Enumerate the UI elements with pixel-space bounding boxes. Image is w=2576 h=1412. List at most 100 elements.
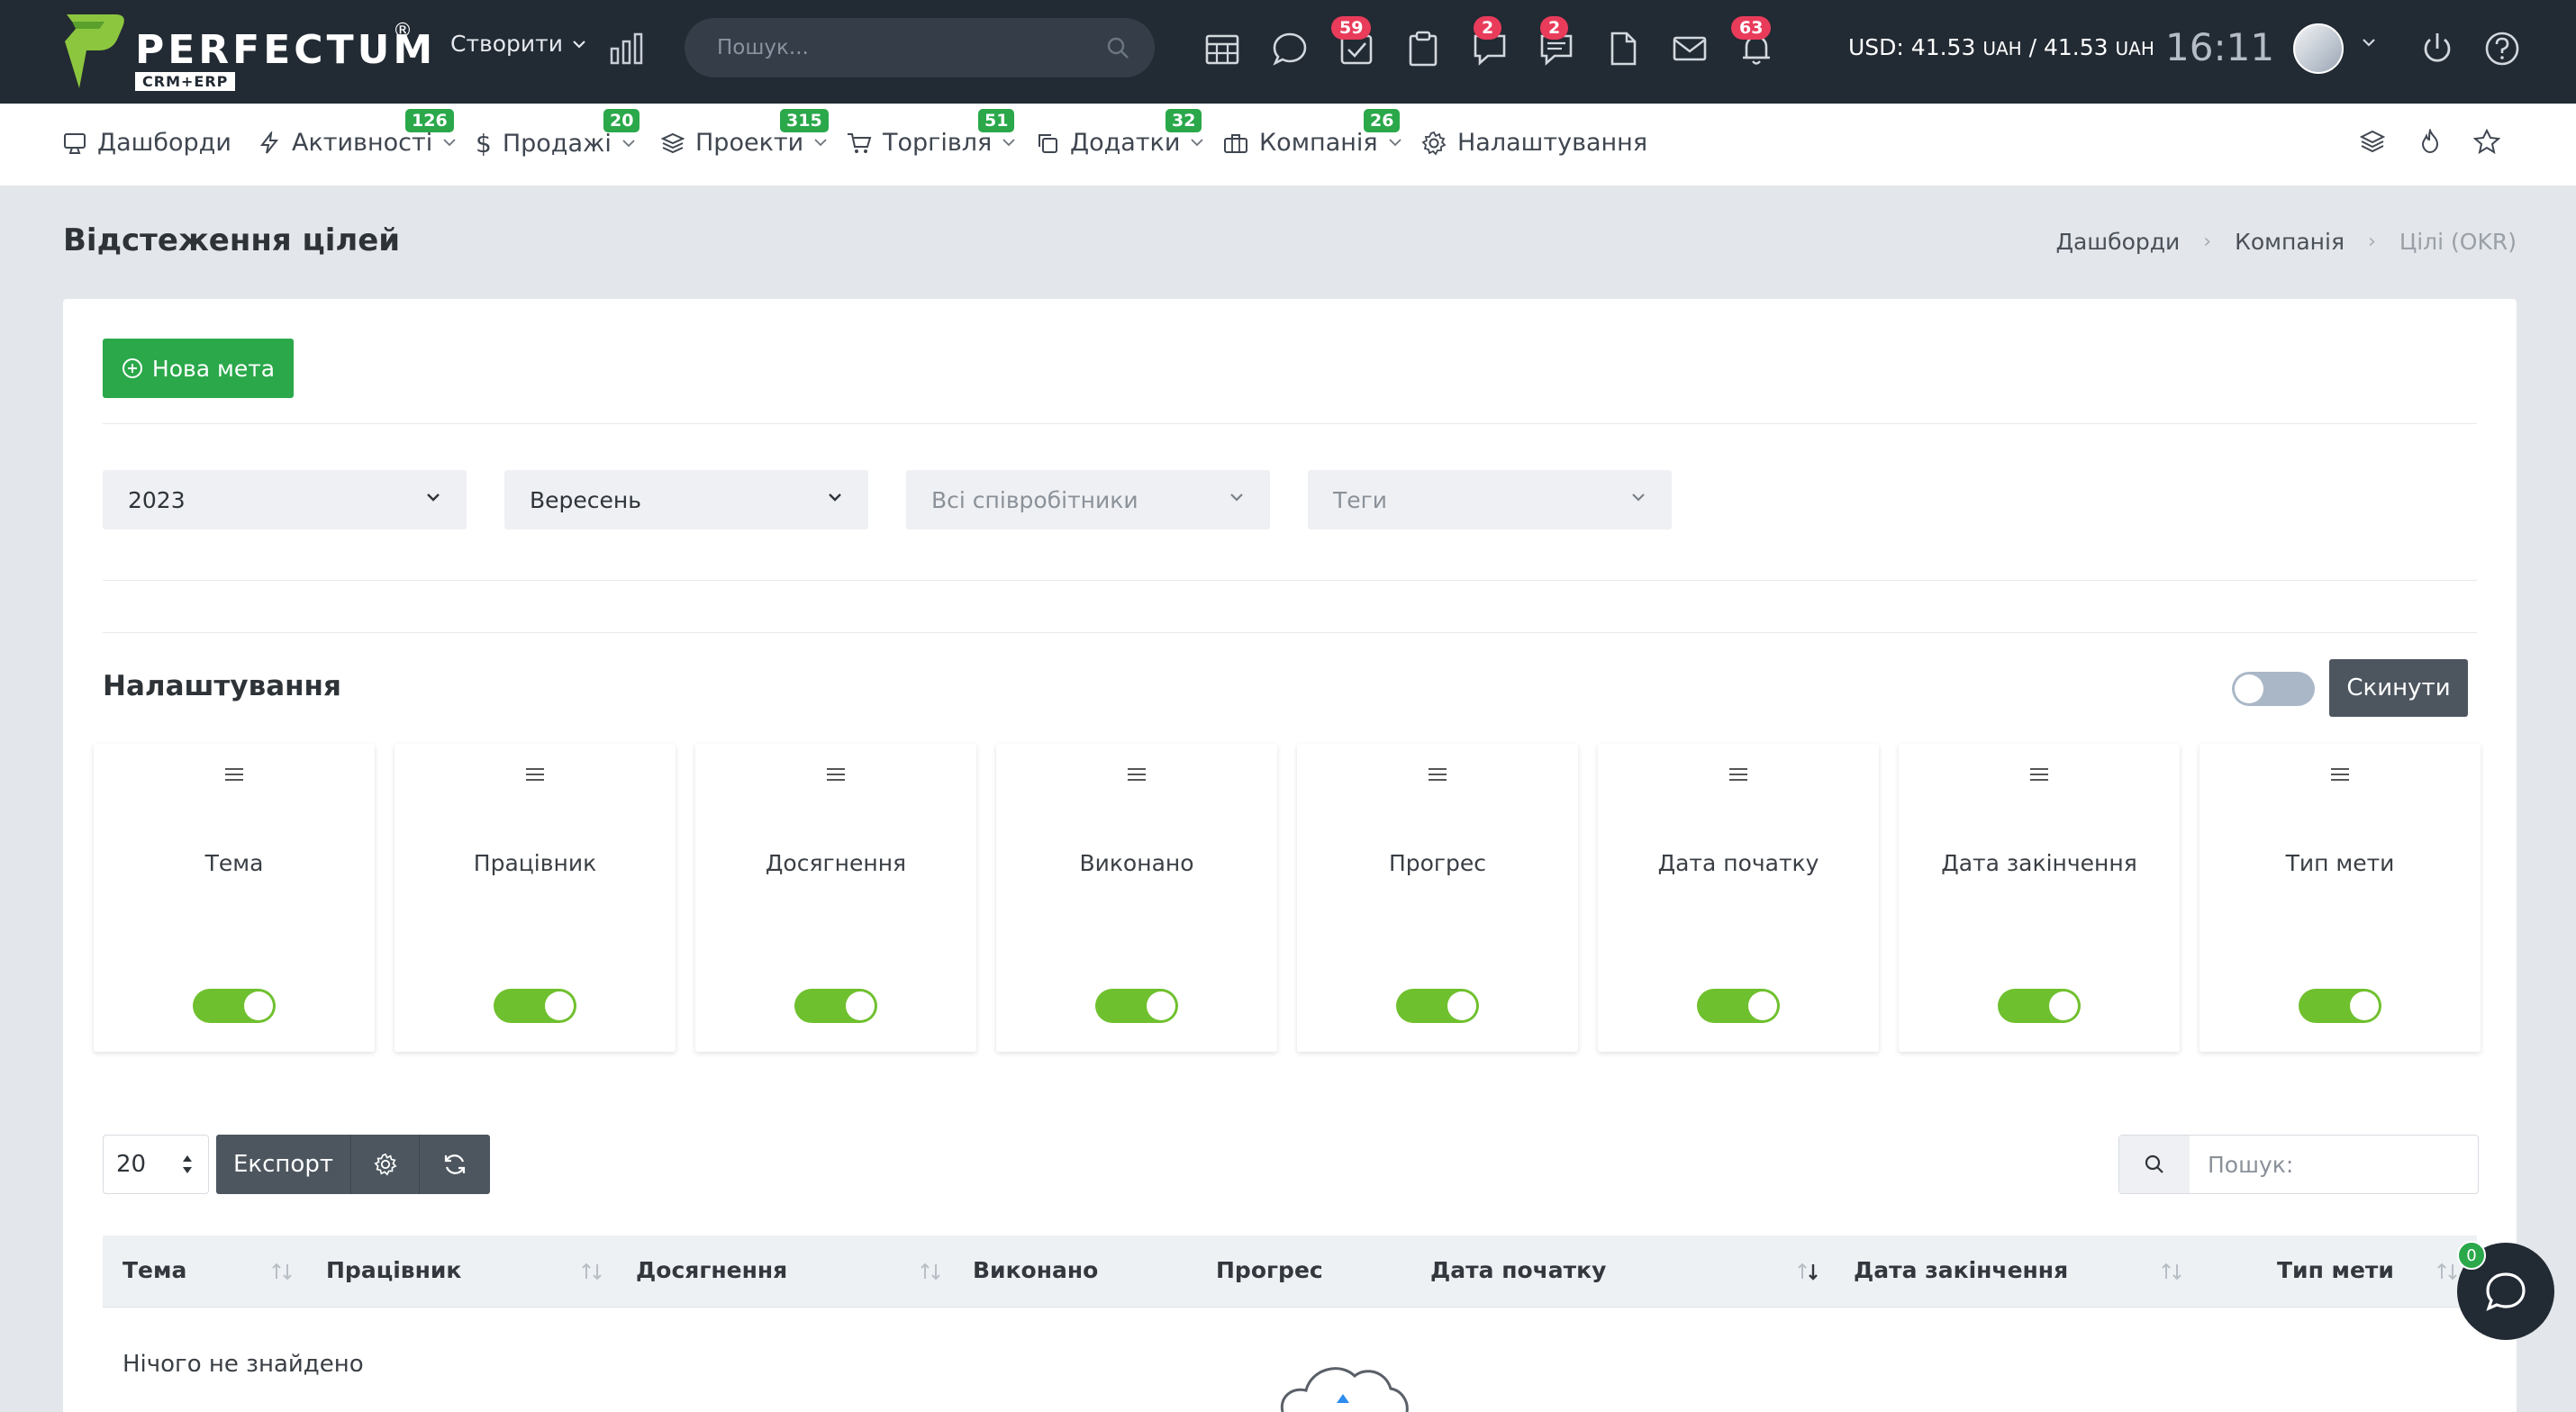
sort-icon[interactable] — [270, 1261, 294, 1282]
messages-count-badge: 2 — [1474, 16, 1502, 40]
table-search-input[interactable]: Пошук: — [2190, 1136, 2293, 1193]
tags-select[interactable]: Теги — [1308, 470, 1672, 530]
column-header-start-date[interactable]: Дата початку — [1430, 1257, 1606, 1283]
chat-bubble-icon[interactable] — [1270, 29, 1310, 68]
column-card-achievement[interactable]: Досягнення — [695, 744, 976, 1052]
column-card-theme[interactable]: Тема — [94, 744, 375, 1052]
column-visibility-toggle[interactable] — [1095, 989, 1178, 1023]
column-visibility-toggle[interactable] — [794, 989, 877, 1023]
chat-count-badge: 0 — [2457, 1241, 2486, 1270]
chevron-down-icon — [622, 140, 635, 148]
trade-count-badge: 51 — [978, 109, 1015, 132]
column-header-employee[interactable]: Працівник — [326, 1257, 461, 1283]
sort-desc-icon[interactable] — [1796, 1261, 1819, 1282]
column-header-goal-type[interactable]: Тип мети — [2277, 1257, 2394, 1283]
column-card-label: Дата початку — [1657, 850, 1819, 876]
drag-handle-icon[interactable] — [1427, 765, 1448, 783]
nav-item-trade[interactable]: Торгівля — [847, 129, 1015, 157]
drag-handle-icon[interactable] — [2028, 765, 2050, 783]
sort-icon[interactable] — [2435, 1261, 2459, 1282]
table-header: Тема Працівник Досягнення Виконано Прогр… — [103, 1236, 2477, 1308]
drag-handle-icon[interactable] — [223, 765, 245, 783]
activities-count-badge: 126 — [405, 109, 454, 132]
year-select[interactable]: 2023 — [103, 470, 467, 530]
employees-select-placeholder: Всі співробітники — [931, 486, 1138, 513]
nav-item-label: Налаштування — [1457, 129, 1648, 157]
page-size-select[interactable]: 20 — [103, 1135, 209, 1194]
drag-handle-icon[interactable] — [2329, 765, 2351, 783]
column-header-achievement[interactable]: Досягнення — [636, 1257, 787, 1283]
settings-toggle[interactable] — [2232, 672, 2315, 706]
chevron-down-icon[interactable] — [2362, 38, 2376, 47]
column-visibility-toggle[interactable] — [193, 989, 276, 1023]
column-header-end-date[interactable]: Дата закінчення — [1854, 1257, 2068, 1283]
column-card-goal-type[interactable]: Тип мети — [2200, 744, 2481, 1052]
chevron-right-icon: › — [2203, 231, 2212, 253]
nav-item-sales[interactable]: $ Продажі — [476, 129, 635, 158]
chevron-down-icon — [1230, 493, 1243, 502]
currency-rate-sep: / 41.53 — [2021, 34, 2109, 60]
refresh-button[interactable] — [420, 1135, 490, 1194]
month-select[interactable]: Вересень — [504, 470, 868, 530]
breadcrumb-item-dashboards[interactable]: Дашборди — [2055, 229, 2180, 255]
nav-item-dashboards[interactable]: Дашборди — [63, 129, 231, 157]
table-settings-button[interactable] — [351, 1135, 420, 1194]
mail-icon[interactable] — [1670, 29, 1710, 68]
nav-item-company[interactable]: Компанія — [1223, 129, 1401, 157]
chevron-down-icon — [427, 493, 440, 502]
column-card-progress[interactable]: Прогрес — [1297, 744, 1578, 1052]
column-card-label: Досягнення — [765, 850, 907, 876]
drag-handle-icon[interactable] — [1728, 765, 1749, 783]
currency-rate: USD: 41.53 UAH / 41.53 UAH — [1848, 34, 2154, 60]
bar-chart-icon[interactable] — [609, 32, 645, 65]
reset-button[interactable]: Скинути — [2329, 659, 2468, 717]
column-header-done: Виконано — [973, 1257, 1099, 1283]
new-goal-button[interactable]: Нова мета — [103, 339, 294, 398]
avatar[interactable] — [2293, 23, 2344, 74]
sort-icon[interactable] — [919, 1261, 942, 1282]
fire-icon[interactable] — [2417, 129, 2443, 154]
page-title: Відстеження цілей — [63, 222, 401, 258]
column-visibility-toggle[interactable] — [1396, 989, 1479, 1023]
column-visibility-toggle[interactable] — [1998, 989, 2081, 1023]
employees-select[interactable]: Всі співробітники — [906, 470, 1270, 530]
clipboard-icon[interactable] — [1403, 29, 1443, 68]
column-visibility-toggle[interactable] — [2299, 989, 2381, 1023]
column-card-done[interactable]: Виконано — [996, 744, 1277, 1052]
drag-handle-icon[interactable] — [524, 765, 546, 783]
cart-icon — [848, 132, 872, 153]
column-card-employee[interactable]: Працівник — [395, 744, 676, 1052]
global-search-input[interactable]: Пошук... — [685, 18, 1155, 77]
logo[interactable]: PERFECTUM ® CRM+ERP — [63, 13, 432, 91]
document-icon[interactable] — [1603, 29, 1643, 68]
sort-icon[interactable] — [2160, 1261, 2183, 1282]
drag-handle-icon[interactable] — [1126, 765, 1147, 783]
cloud-upload-icon — [1280, 1367, 1409, 1412]
help-icon[interactable] — [2482, 29, 2522, 68]
breadcrumb-item-company[interactable]: Компанія — [2235, 229, 2345, 255]
column-header-theme[interactable]: Тема — [122, 1257, 186, 1283]
gear-icon — [1421, 131, 1447, 156]
sort-icon[interactable] — [580, 1261, 603, 1282]
calendar-icon[interactable] — [1203, 29, 1243, 68]
column-card-end-date[interactable]: Дата закінчення — [1899, 744, 2180, 1052]
monitor-icon — [64, 132, 86, 154]
currency-rate-value: USD: 41.53 — [1848, 34, 1976, 60]
drag-handle-icon[interactable] — [825, 765, 847, 783]
month-select-value: Вересень — [530, 486, 641, 513]
nav-item-projects[interactable]: Проекти — [661, 129, 827, 157]
breadcrumb: Дашборди › Компанія › Цілі (OKR) — [2055, 229, 2517, 255]
layers-icon[interactable] — [2360, 129, 2385, 154]
column-visibility-toggle[interactable] — [1697, 989, 1780, 1023]
star-icon[interactable] — [2473, 129, 2500, 154]
nav-item-settings[interactable]: Налаштування — [1421, 129, 1647, 157]
create-menu-button[interactable]: Створити — [450, 31, 586, 57]
nav-item-activities[interactable]: Активності — [258, 129, 456, 157]
column-visibility-toggle[interactable] — [494, 989, 576, 1023]
power-icon[interactable] — [2417, 29, 2457, 68]
column-card-start-date[interactable]: Дата початку — [1598, 744, 1879, 1052]
export-button[interactable]: Експорт — [216, 1135, 351, 1194]
nav-item-label: Проекти — [695, 129, 804, 157]
nav-item-addons[interactable]: Додатки — [1036, 129, 1204, 157]
table-search[interactable]: Пошук: — [2118, 1135, 2479, 1194]
